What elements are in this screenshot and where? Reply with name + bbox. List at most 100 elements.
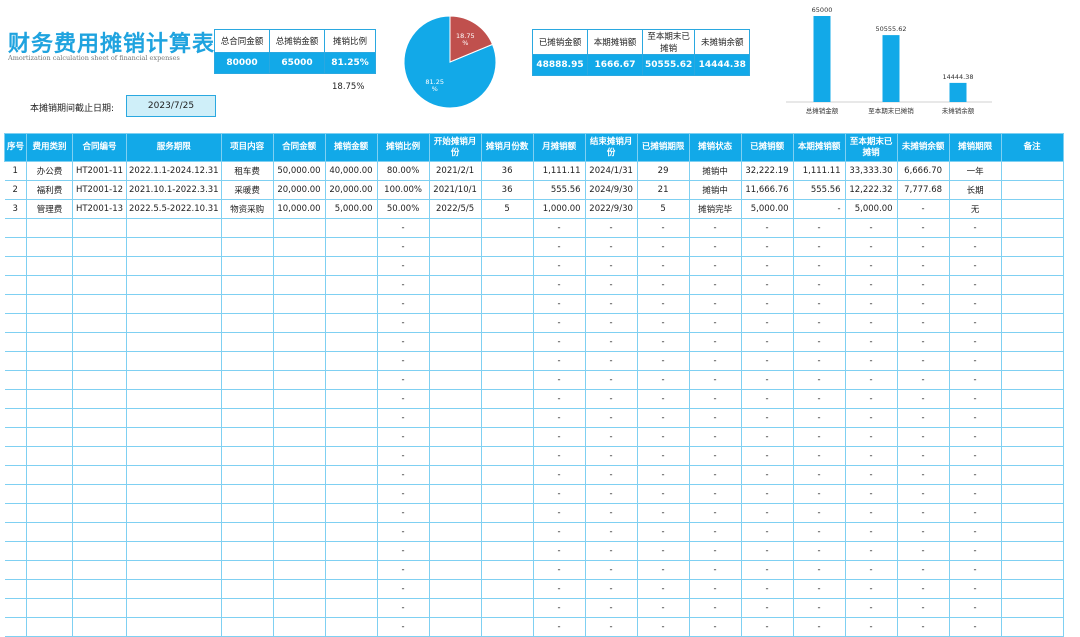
cell-unamortized[interactable]: 7,777.68 xyxy=(897,180,950,200)
cell-monthly-amount[interactable]: 1,000.00 xyxy=(533,199,586,219)
cell-service-period[interactable] xyxy=(126,313,222,333)
cell-elapsed[interactable]: - xyxy=(637,598,690,618)
cell-contract-amount[interactable]: 20,000.00 xyxy=(273,180,326,200)
cell-end-month[interactable]: 2024/1/31 xyxy=(585,161,638,181)
cell-contract-no[interactable] xyxy=(72,427,127,447)
cell-index[interactable] xyxy=(4,351,27,371)
cell-monthly-amount[interactable]: - xyxy=(533,617,586,637)
cell-contract-no[interactable] xyxy=(72,389,127,409)
header-months[interactable]: 摊销月份数 xyxy=(480,133,534,162)
cell-period-end-amortized[interactable]: - xyxy=(845,446,898,466)
header-service-period[interactable]: 服务期限 xyxy=(126,133,222,162)
cell-term[interactable]: - xyxy=(949,275,1002,295)
cell-expense-type[interactable] xyxy=(26,427,73,447)
header-contract-amount[interactable]: 合同金额 xyxy=(272,133,326,162)
cell-period-end-amortized[interactable]: - xyxy=(845,598,898,618)
cell-elapsed[interactable]: - xyxy=(637,617,690,637)
total-amortized-value[interactable]: 65000 xyxy=(269,52,325,74)
cell-start-month[interactable] xyxy=(429,237,482,257)
cell-current-amount[interactable]: - xyxy=(793,199,846,219)
cell-unamortized[interactable]: - xyxy=(897,541,950,561)
cell-current-amount[interactable]: - xyxy=(793,294,846,314)
cell-monthly-amount[interactable]: - xyxy=(533,237,586,257)
cell-service-period[interactable] xyxy=(126,617,222,637)
cell-remark[interactable] xyxy=(1001,275,1064,295)
cell-amortized-amount[interactable] xyxy=(325,465,378,485)
cell-months[interactable] xyxy=(481,313,534,333)
cell-start-month[interactable] xyxy=(429,218,482,238)
amortization-ratio-value[interactable]: 81.25% xyxy=(324,52,376,74)
cell-remark[interactable] xyxy=(1001,541,1064,561)
cell-term[interactable]: 长期 xyxy=(949,180,1002,200)
cell-start-month[interactable] xyxy=(429,351,482,371)
cell-index[interactable] xyxy=(4,560,27,580)
cell-amortized-amount[interactable] xyxy=(325,351,378,371)
cell-ratio[interactable]: - xyxy=(377,541,430,561)
cell-item[interactable] xyxy=(221,617,274,637)
cell-end-month[interactable]: - xyxy=(585,484,638,504)
cell-amortized-amount[interactable] xyxy=(325,294,378,314)
cell-start-month[interactable] xyxy=(429,389,482,409)
cell-elapsed[interactable]: - xyxy=(637,218,690,238)
cell-remark[interactable] xyxy=(1001,294,1064,314)
cell-amortized-sum[interactable]: - xyxy=(741,218,794,238)
cell-unamortized[interactable]: - xyxy=(897,370,950,390)
cell-expense-type[interactable] xyxy=(26,617,73,637)
cell-unamortized[interactable]: - xyxy=(897,389,950,409)
cell-start-month[interactable] xyxy=(429,370,482,390)
cell-current-amount[interactable]: - xyxy=(793,598,846,618)
cell-amortized-sum[interactable]: - xyxy=(741,275,794,295)
cell-unamortized[interactable]: - xyxy=(897,256,950,276)
cell-current-amount[interactable]: - xyxy=(793,541,846,561)
unamortized-value[interactable]: 14444.38 xyxy=(694,54,751,76)
cell-contract-no[interactable] xyxy=(72,218,127,238)
cell-index[interactable] xyxy=(4,522,27,542)
cell-monthly-amount[interactable]: - xyxy=(533,370,586,390)
cell-monthly-amount[interactable]: - xyxy=(533,579,586,599)
cell-contract-no[interactable] xyxy=(72,617,127,637)
cell-monthly-amount[interactable]: - xyxy=(533,408,586,428)
cell-item[interactable] xyxy=(221,408,274,428)
cell-start-month[interactable]: 2021/10/1 xyxy=(429,180,482,200)
cell-amortized-amount[interactable] xyxy=(325,541,378,561)
cell-elapsed[interactable]: - xyxy=(637,275,690,295)
cell-service-period[interactable] xyxy=(126,275,222,295)
cell-current-amount[interactable]: - xyxy=(793,503,846,523)
cell-item[interactable] xyxy=(221,370,274,390)
cell-unamortized[interactable]: - xyxy=(897,351,950,371)
cell-contract-amount[interactable] xyxy=(273,313,326,333)
cell-unamortized[interactable]: - xyxy=(897,275,950,295)
cell-ratio[interactable]: - xyxy=(377,446,430,466)
cell-months[interactable] xyxy=(481,427,534,447)
cell-expense-type[interactable] xyxy=(26,370,73,390)
cell-expense-type[interactable] xyxy=(26,503,73,523)
header-unamortized[interactable]: 未摊销余额 xyxy=(896,133,950,162)
cell-unamortized[interactable]: - xyxy=(897,332,950,352)
cell-contract-no[interactable] xyxy=(72,446,127,466)
cell-term[interactable]: - xyxy=(949,598,1002,618)
cell-ratio[interactable]: - xyxy=(377,237,430,257)
cell-months[interactable] xyxy=(481,446,534,466)
cell-elapsed[interactable]: 29 xyxy=(637,161,690,181)
cell-amortized-amount[interactable] xyxy=(325,218,378,238)
cell-expense-type[interactable] xyxy=(26,389,73,409)
cell-unamortized[interactable]: - xyxy=(897,560,950,580)
cell-index[interactable] xyxy=(4,617,27,637)
cell-elapsed[interactable]: 21 xyxy=(637,180,690,200)
cell-expense-type[interactable] xyxy=(26,465,73,485)
cell-expense-type[interactable] xyxy=(26,294,73,314)
cell-remark[interactable] xyxy=(1001,427,1064,447)
cell-end-month[interactable]: - xyxy=(585,560,638,580)
cell-months[interactable] xyxy=(481,484,534,504)
cell-item[interactable] xyxy=(221,218,274,238)
cell-amortized-sum[interactable]: 11,666.76 xyxy=(741,180,794,200)
cell-contract-no[interactable] xyxy=(72,579,127,599)
cell-months[interactable] xyxy=(481,332,534,352)
cell-unamortized[interactable]: - xyxy=(897,617,950,637)
cell-service-period[interactable] xyxy=(126,389,222,409)
cell-amortized-sum[interactable]: - xyxy=(741,484,794,504)
cell-months[interactable] xyxy=(481,370,534,390)
cell-unamortized[interactable]: - xyxy=(897,199,950,219)
cell-contract-amount[interactable] xyxy=(273,579,326,599)
cell-ratio[interactable]: - xyxy=(377,351,430,371)
